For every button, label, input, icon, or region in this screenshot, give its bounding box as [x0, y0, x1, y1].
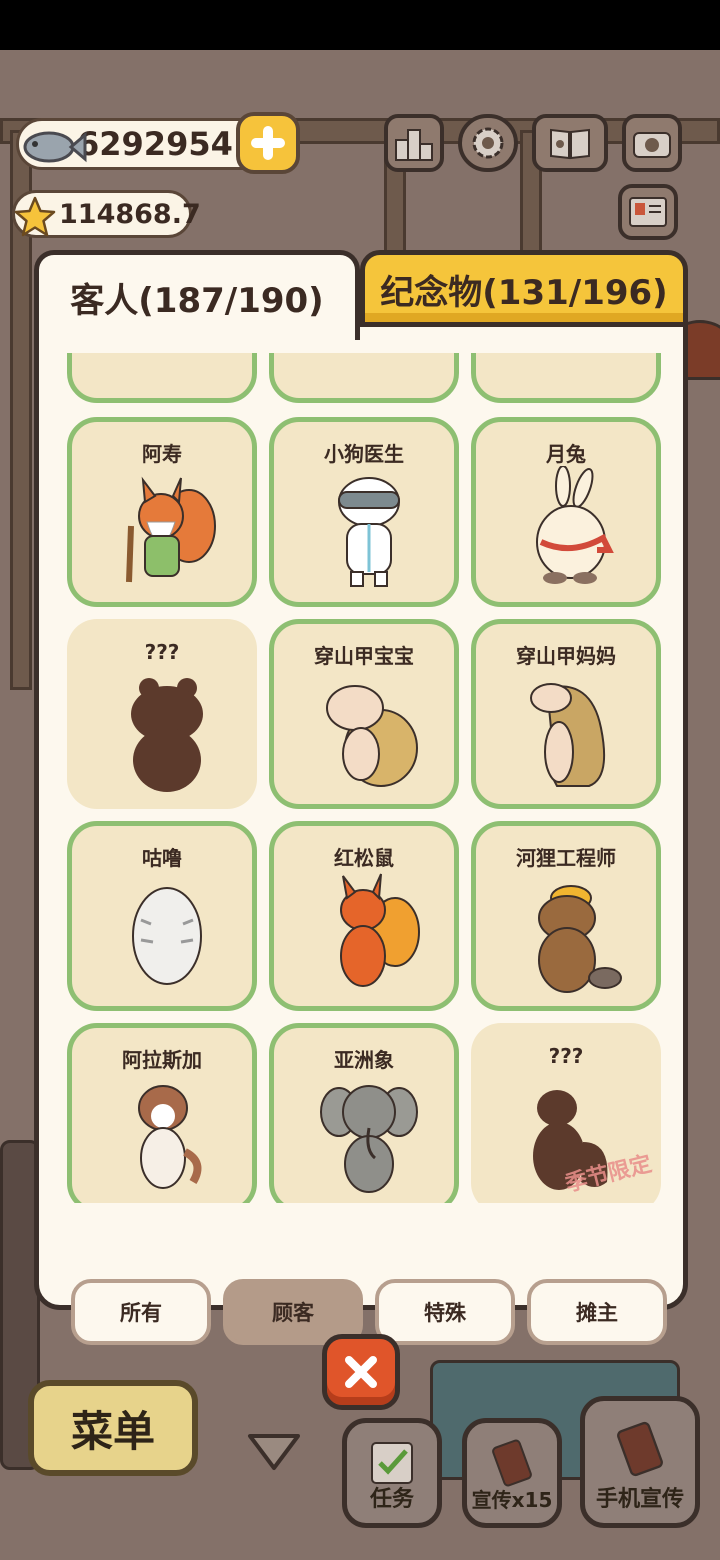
album-button[interactable]	[532, 114, 608, 172]
star-currency: 114868.7	[12, 190, 201, 238]
fish-icon	[23, 131, 87, 163]
camera-button[interactable]	[622, 114, 682, 172]
mother-pangolin-icon	[530, 683, 606, 787]
guest-card[interactable]: 小狗医生	[269, 417, 459, 607]
profile-card-icon	[629, 197, 667, 227]
profile-card-button[interactable]	[618, 184, 678, 240]
guest-card[interactable]: 穿山甲妈妈	[471, 619, 661, 809]
guest-card-partial[interactable]	[269, 353, 459, 403]
squirrel-elder-icon	[126, 476, 216, 583]
settings-button[interactable]	[458, 114, 518, 172]
star-amount: 114868.7	[59, 198, 201, 230]
guest-name: ???	[548, 1044, 584, 1068]
phone-promote-button[interactable]: 手机宣传	[580, 1396, 700, 1528]
promote-button[interactable]: 宣传x15	[462, 1418, 562, 1528]
fish-currency: 6292954	[16, 118, 268, 170]
guest-name: 阿拉斯加	[122, 1048, 202, 1072]
guest-name: 穿山甲妈妈	[516, 644, 616, 668]
guest-name: 阿寿	[142, 442, 182, 466]
phone-icon	[492, 1439, 532, 1487]
guest-card-partial[interactable]	[471, 353, 661, 403]
guest-name: 穿山甲宝宝	[314, 644, 414, 668]
task-button[interactable]: 任务	[342, 1418, 442, 1528]
chevron-down-icon[interactable]	[246, 1430, 302, 1474]
filter-all-button[interactable]: 所有	[71, 1279, 211, 1345]
guest-name: 河狸工程师	[516, 846, 616, 870]
moon-rabbit-icon	[536, 466, 614, 584]
ranking-icon	[395, 129, 433, 161]
tab-guests[interactable]: 客人(187/190)	[34, 250, 360, 340]
baby-pangolin-icon	[326, 685, 418, 787]
guest-card[interactable]: 月兔	[471, 417, 661, 607]
guest-name: 亚洲象	[334, 1048, 394, 1072]
add-currency-button[interactable]	[236, 112, 300, 174]
guest-name: 小狗医生	[324, 442, 404, 466]
guest-card-locked[interactable]: ??? 季节限定	[471, 1023, 661, 1203]
gear-icon	[472, 127, 504, 159]
guest-name: 红松鼠	[334, 846, 394, 870]
camera-icon	[633, 132, 671, 158]
beaver-engineer-icon	[538, 885, 622, 993]
filter-special-button[interactable]: 特殊	[375, 1279, 515, 1345]
guest-card[interactable]: 河狸工程师	[471, 821, 661, 1011]
guest-name: 月兔	[546, 442, 586, 466]
guest-grid[interactable]: 阿寿 小狗医生 月兔 ??? 穿山甲宝宝 穿山甲妈妈 咕噜 红松鼠 河狸工程师 …	[61, 353, 671, 1203]
close-icon	[345, 1356, 377, 1388]
guest-name: 咕噜	[142, 846, 182, 870]
guest-card[interactable]: 阿拉斯加	[67, 1023, 257, 1203]
guest-card[interactable]: 咕噜	[67, 821, 257, 1011]
red-squirrel-icon	[340, 873, 420, 987]
checklist-icon	[371, 1442, 413, 1484]
guest-card-partial[interactable]	[67, 353, 257, 403]
dog-doctor-icon	[338, 477, 400, 587]
guest-card[interactable]: 红松鼠	[269, 821, 459, 1011]
album-icon	[550, 128, 590, 160]
guest-collection-panel: 阿寿 小狗医生 月兔 ??? 穿山甲宝宝 穿山甲妈妈 咕噜 红松鼠 河狸工程师 …	[34, 322, 688, 1345]
menu-button[interactable]: 菜单	[28, 1380, 198, 1476]
close-button[interactable]	[322, 1334, 400, 1410]
alaskan-dog-icon	[138, 1085, 202, 1189]
guest-card-locked[interactable]: ???	[67, 619, 257, 809]
phone-icon	[617, 1421, 663, 1477]
guest-card[interactable]: 亚洲象	[269, 1023, 459, 1203]
asian-elephant-icon	[320, 1085, 418, 1193]
star-icon	[14, 196, 56, 237]
ranking-button[interactable]	[384, 114, 444, 172]
guest-card[interactable]: 穿山甲宝宝	[269, 619, 459, 809]
fish-amount: 6292954	[77, 125, 233, 163]
silhouette-bear-icon	[131, 678, 203, 792]
tab-souvenirs[interactable]: 纪念物(131/196)	[360, 250, 688, 328]
phone-promote-label: 手机宣传	[595, 1487, 684, 1512]
guest-name: ???	[144, 640, 180, 664]
guest-card[interactable]: 阿寿	[67, 417, 257, 607]
status-bar	[0, 0, 720, 50]
chinchilla-icon	[132, 887, 202, 985]
filter-stall-owners-button[interactable]: 摊主	[527, 1279, 667, 1345]
